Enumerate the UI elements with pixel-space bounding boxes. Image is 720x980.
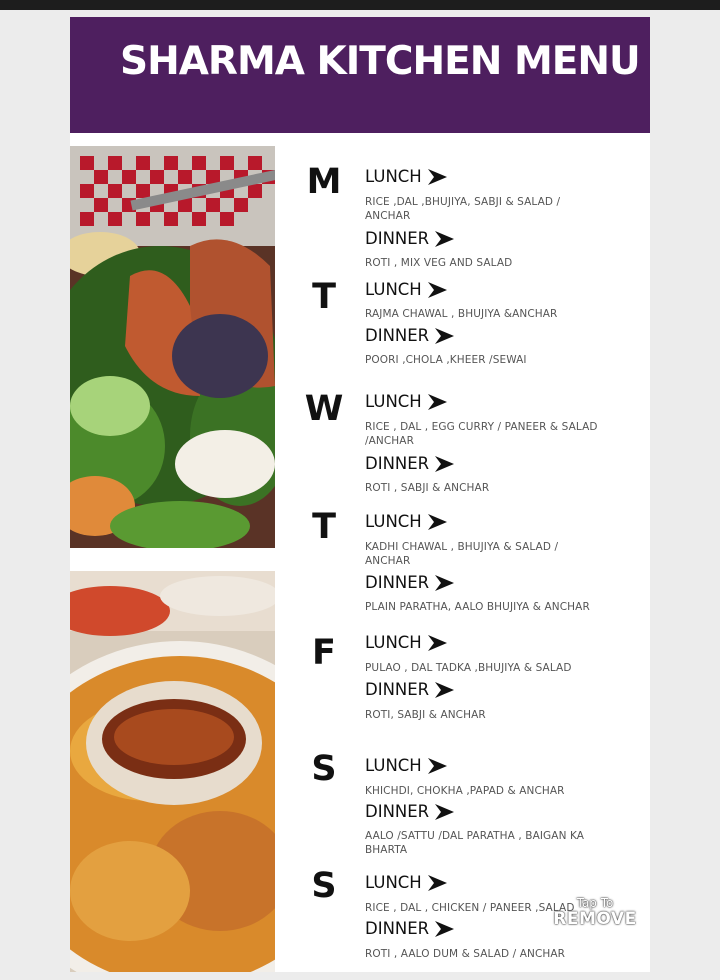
day-letter-saturday: S bbox=[311, 749, 337, 789]
lunch-label: LUNCH bbox=[365, 166, 422, 186]
arrow-right-icon bbox=[427, 758, 447, 774]
day-letter-friday: F bbox=[312, 633, 336, 673]
dinner-items: ROTI , SABJI & ANCHAR bbox=[365, 482, 490, 494]
arrow-right-icon bbox=[427, 394, 447, 410]
lunch-items: PULAO , DAL TADKA ,BHUJIYA & SALAD bbox=[365, 662, 572, 674]
arrow-right-icon bbox=[435, 328, 455, 344]
dinner-label: DINNER bbox=[365, 453, 430, 473]
dinner-heading: DINNER bbox=[365, 455, 455, 473]
lunch-label: LUNCH bbox=[365, 511, 422, 531]
arrow-right-icon bbox=[435, 456, 455, 472]
lunch-heading: LUNCH bbox=[365, 168, 448, 186]
day-letter-tuesday: T bbox=[312, 277, 336, 317]
arrow-right-icon bbox=[435, 231, 455, 247]
arrow-right-icon bbox=[427, 635, 447, 651]
day-letter-monday: M bbox=[306, 162, 342, 202]
lunch-items: KADHI CHAWAL , BHUJIYA & SALAD / ANCHAR bbox=[365, 541, 559, 567]
dinner-label: DINNER bbox=[365, 228, 430, 248]
dinner-heading: DINNER bbox=[365, 920, 455, 938]
tap-to-remove-watermark[interactable]: Tap To REMOVE bbox=[550, 896, 640, 930]
dinner-label: DINNER bbox=[365, 679, 430, 699]
lunch-items: KHICHDI, CHOKHA ,PAPAD & ANCHAR bbox=[365, 785, 565, 797]
lunch-heading: LUNCH bbox=[365, 281, 448, 299]
dinner-heading: DINNER bbox=[365, 681, 455, 699]
day-letter-sunday: S bbox=[311, 866, 337, 906]
dinner-items: ROTI , AALO DUM & SALAD / ANCHAR bbox=[365, 948, 566, 960]
lunch-heading: LUNCH bbox=[365, 513, 448, 531]
lunch-label: LUNCH bbox=[365, 755, 422, 775]
dinner-label: DINNER bbox=[365, 918, 430, 938]
dinner-items: ROTI , MIX VEG AND SALAD bbox=[365, 257, 513, 269]
lunch-heading: LUNCH bbox=[365, 874, 448, 892]
arrow-right-icon bbox=[435, 921, 455, 937]
status-bar bbox=[0, 0, 720, 10]
lunch-heading: LUNCH bbox=[365, 393, 448, 411]
dinner-items: PLAIN PARATHA, AALO BHUJIYA & ANCHAR bbox=[365, 601, 590, 613]
arrow-right-icon bbox=[435, 682, 455, 698]
arrow-right-icon bbox=[435, 804, 455, 820]
menu-title: SHARMA KITCHEN MENU bbox=[120, 39, 641, 84]
dinner-heading: DINNER bbox=[365, 327, 455, 345]
dinner-items: POORI ,CHOLA ,KHEER /SEWAI bbox=[365, 354, 527, 366]
arrow-right-icon bbox=[427, 875, 447, 891]
lunch-items: RAJMA CHAWAL , BHUJIYA &ANCHAR bbox=[365, 308, 558, 320]
dosa-photo bbox=[70, 571, 275, 972]
day-letter-thursday: T bbox=[312, 507, 336, 547]
watermark-line2: REMOVE bbox=[553, 909, 637, 930]
dinner-items: AALO /SATTU /DAL PARATHA , BAIGAN KA BHA… bbox=[365, 830, 585, 856]
lunch-heading: LUNCH bbox=[365, 634, 448, 652]
lunch-heading: LUNCH bbox=[365, 757, 448, 775]
dinner-label: DINNER bbox=[365, 801, 430, 821]
lunch-label: LUNCH bbox=[365, 391, 422, 411]
lunch-label: LUNCH bbox=[365, 279, 422, 299]
arrow-right-icon bbox=[427, 514, 447, 530]
arrow-right-icon bbox=[427, 282, 447, 298]
lunch-items: RICE ,DAL ,BHUJIYA, SABJI & SALAD / ANCH… bbox=[365, 196, 561, 222]
arrow-right-icon bbox=[427, 169, 447, 185]
dinner-label: DINNER bbox=[365, 325, 430, 345]
dinner-heading: DINNER bbox=[365, 574, 455, 592]
dinner-items: ROTI, SABJI & ANCHAR bbox=[365, 709, 486, 721]
lunch-label: LUNCH bbox=[365, 632, 422, 652]
day-letter-wednesday: W bbox=[304, 389, 344, 429]
dinner-label: DINNER bbox=[365, 572, 430, 592]
dinner-heading: DINNER bbox=[365, 803, 455, 821]
lunch-label: LUNCH bbox=[365, 872, 422, 892]
menu-card: SHARMA KITCHEN MENU M LUNCH RICE ,DAL ,B… bbox=[70, 17, 650, 972]
menu-banner: SHARMA KITCHEN MENU bbox=[70, 17, 650, 133]
salad-photo bbox=[70, 146, 275, 548]
arrow-right-icon bbox=[435, 575, 455, 591]
lunch-items: RICE , DAL , EGG CURRY / PANEER & SALAD … bbox=[365, 421, 598, 447]
dinner-heading: DINNER bbox=[365, 230, 455, 248]
